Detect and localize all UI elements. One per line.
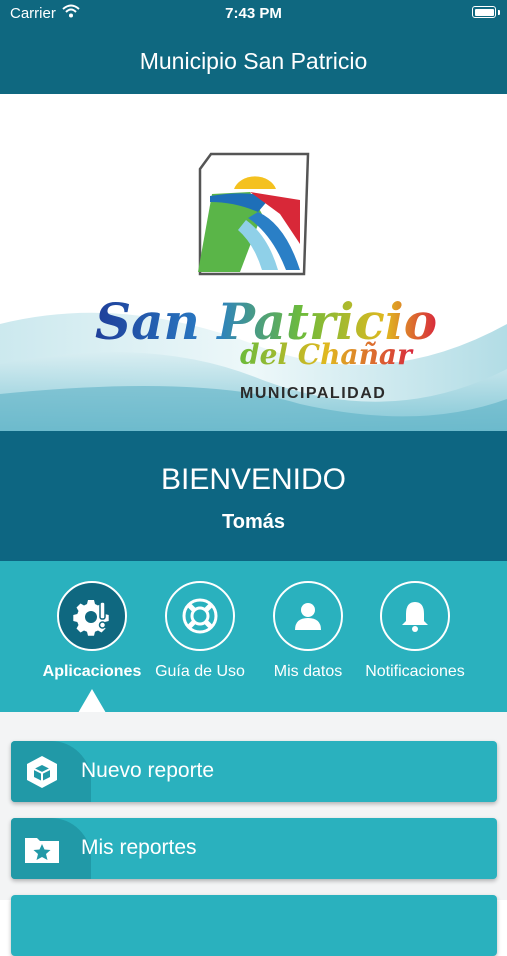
tab-notificaciones[interactable]: Notificaciones [360,581,470,681]
battery-tip [498,10,500,15]
icon-container [11,741,91,802]
logo-text-line2: del Chañar [240,338,414,371]
banner-art: San Patricio del Chañar MUNICIPALIDAD [0,152,507,431]
welcome-title: BIENVENIDO [160,463,347,496]
mis-reportes-button[interactable]: Mis reportes [11,818,497,879]
battery-icon [472,6,496,18]
tab-circle [165,581,235,651]
user-icon [295,603,321,630]
nuevo-reporte-button[interactable]: Nuevo reporte [11,741,497,802]
gear-exclamation-icon [73,600,109,636]
menu-item-label: Mis reportes [81,836,197,859]
tab-mis-datos[interactable]: Mis datos [253,581,363,681]
cube-icon [27,756,57,788]
tab-label: Guía de Uso [155,663,245,680]
tab-label: Notificaciones [365,663,465,680]
folder-star-icon [25,838,59,863]
tab-label: Mis datos [273,663,343,680]
tab-aplicaciones[interactable]: Aplicaciones [37,581,147,681]
status-time: 7:43 PM [225,5,282,22]
tab-guia-de-uso[interactable]: Guía de Uso [145,581,255,681]
nav-bar: Municipio San Patricio [0,28,507,94]
menu-item-label: Nuevo reporte [81,759,215,782]
tab-label: Aplicaciones [42,663,142,680]
welcome-panel: BIENVENIDO Tomás [0,431,507,561]
menu-item-partial[interactable] [11,895,497,956]
tab-circle [273,581,343,651]
user-name: Tomás [222,511,285,533]
page-title: Municipio San Patricio [139,48,368,74]
tab-circle [57,581,127,651]
active-tab-pointer [78,689,106,713]
status-bar: Carrier 7:43 PM [0,0,507,28]
logo-subtitle: MUNICIPALIDAD [240,385,386,402]
bell-icon [402,602,428,632]
municipality-banner: San Patricio del Chañar MUNICIPALIDAD [0,94,507,431]
section-tabs: Aplicaciones Guía de Uso Mis datos Notif… [0,561,507,712]
tab-circle [380,581,450,651]
menu-list: Nuevo reporte Mis reportes [0,712,507,956]
icon-container [11,818,91,879]
lifebuoy-icon [182,598,218,634]
